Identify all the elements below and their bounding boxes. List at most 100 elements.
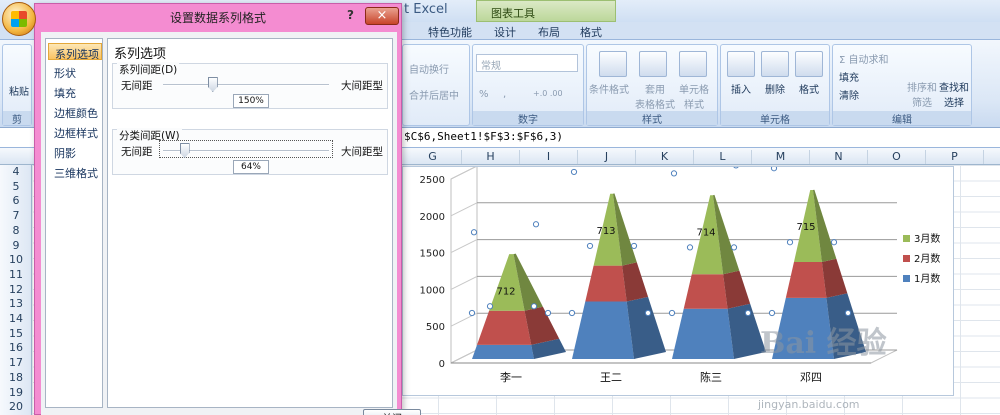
wrap-text-button[interactable]: 自动换行 (409, 61, 449, 76)
clear-button[interactable]: 清除 (839, 87, 859, 102)
pyramid-front-face (572, 301, 634, 359)
nav-border-style[interactable]: 边框样式 (48, 123, 102, 140)
insert-button[interactable]: 插入 (731, 81, 751, 96)
row-header[interactable]: 7 (0, 209, 32, 222)
nav-shape[interactable]: 形状 (48, 63, 102, 80)
row-header[interactable]: 15 (0, 327, 32, 340)
sort-filter-button[interactable]: 排序和 筛选 (907, 79, 937, 109)
nav-fill[interactable]: 填充 (48, 83, 102, 100)
tab-special[interactable]: 特色功能 (428, 24, 472, 40)
tab-layout[interactable]: 布局 (538, 24, 560, 40)
selection-handle (670, 170, 678, 177)
paste-button[interactable]: 粘贴 (9, 83, 29, 98)
column-header[interactable]: N (810, 150, 868, 164)
chart-svg: 0 500 1000 1500 2000 2500 712 李一 713 王二 714 陈三 715 邓四… (420, 167, 940, 384)
legend-label: 2月数 (914, 252, 940, 265)
x-tick-label: 陈三 (700, 370, 722, 384)
number-format-select[interactable]: 常规 (476, 54, 578, 72)
row-header[interactable]: 13 (0, 297, 32, 310)
row-header[interactable]: 20 (0, 400, 32, 413)
row-header[interactable]: 19 (0, 386, 32, 399)
cell-style-button[interactable]: 单元格 样式 (679, 81, 709, 111)
legend-label: 3月数 (914, 232, 940, 245)
nav-series-options[interactable]: 系列选项 (48, 43, 102, 61)
series-gap-track[interactable] (163, 84, 329, 86)
row-header[interactable]: 5 (0, 180, 32, 193)
row-header[interactable]: 8 (0, 224, 32, 237)
legend-swatch (903, 255, 910, 262)
selection-handle (644, 309, 652, 317)
row-header[interactable]: 16 (0, 341, 32, 354)
series-gap-slider[interactable] (207, 77, 218, 92)
pyramid-front-face (785, 261, 827, 298)
selection-handle (630, 242, 638, 250)
category-gap-input[interactable]: 64% (233, 160, 269, 174)
column-header[interactable]: H (462, 150, 520, 164)
series-gap-input[interactable]: 150% (233, 94, 269, 108)
data-label: 712 (496, 286, 515, 297)
row-header[interactable]: 18 (0, 371, 32, 384)
column-header[interactable]: G (404, 150, 462, 164)
increase-decimal-button[interactable]: +.0 .00 (533, 89, 563, 98)
row-header[interactable]: 11 (0, 268, 32, 281)
table-format-icon (639, 51, 667, 77)
row-header[interactable]: 4 (0, 165, 32, 178)
alignment-group: 自动换行 合并后居中 (402, 44, 470, 126)
category-gap-high-label: 大间距型 (341, 146, 383, 158)
fill-button[interactable]: 填充 (839, 69, 859, 84)
row-header[interactable]: 9 (0, 239, 32, 252)
format-button[interactable]: 格式 (799, 81, 819, 96)
x-tick-label: 王二 (600, 371, 622, 384)
table-format-button[interactable]: 套用 表格格式 (635, 81, 675, 111)
category-gap-low-label: 无间距 (121, 146, 153, 158)
column-header[interactable]: L (694, 150, 752, 164)
y-tick-label: 2000 (420, 212, 445, 223)
column-header[interactable]: M (752, 150, 810, 164)
conditional-format-button[interactable]: 条件格式 (589, 81, 629, 96)
help-icon[interactable]: ? (347, 8, 354, 22)
autosum-button[interactable]: Σ 自动求和 (839, 51, 889, 66)
y-tick-label: 1500 (420, 249, 445, 260)
legend-label: 1月数 (914, 272, 940, 285)
tab-format[interactable]: 格式 (580, 24, 602, 40)
panel-title: 系列选项 (114, 47, 167, 62)
column-header[interactable]: J (578, 150, 636, 164)
row-header[interactable]: 12 (0, 283, 32, 296)
window-title: t Excel (404, 2, 448, 17)
selection-handle (568, 309, 576, 317)
selection-handle (844, 309, 852, 317)
percent-button[interactable]: % (479, 89, 489, 100)
column-header[interactable]: I (520, 150, 578, 164)
close-icon[interactable]: × (365, 7, 399, 25)
selection-handle (768, 309, 776, 317)
row-header[interactable]: 14 (0, 312, 32, 325)
delete-button[interactable]: 删除 (765, 81, 785, 96)
nav-border-color[interactable]: 边框颜色 (48, 103, 102, 120)
data-label: 715 (796, 222, 815, 233)
row-header[interactable]: 6 (0, 194, 32, 207)
office-button[interactable] (2, 2, 36, 36)
row-header[interactable]: 17 (0, 356, 32, 369)
row-header[interactable]: 10 (0, 253, 32, 266)
pyramid-front-face (672, 308, 734, 359)
selection-handle (733, 167, 739, 169)
series-gap-low-label: 无间距 (121, 80, 153, 92)
nav-3d-format[interactable]: 三维格式 (48, 163, 102, 180)
x-tick-label: 邓四 (800, 371, 822, 384)
comma-button[interactable]: , (503, 89, 506, 100)
format-cells-icon (795, 51, 823, 77)
column-header[interactable]: K (636, 150, 694, 164)
column-header[interactable]: O (868, 150, 926, 164)
pyramid-side-face (821, 258, 848, 298)
office-logo-icon (11, 11, 27, 27)
selection-handle (570, 168, 578, 176)
merge-center-button[interactable]: 合并后居中 (409, 87, 459, 102)
find-select-button[interactable]: 查找和 选择 (939, 79, 969, 109)
column-header[interactable]: Q (984, 150, 1000, 164)
tab-design[interactable]: 设计 (494, 24, 516, 40)
column-header[interactable]: P (926, 150, 984, 164)
dialog-close-button[interactable]: 关闭 (363, 409, 421, 415)
nav-shadow[interactable]: 阴影 (48, 143, 102, 160)
selection-handle (786, 239, 794, 246)
series-options-panel: 系列选项 系列间距(D) 无间距 大间距型 150% 分类间距(W) 无间距 大… (107, 38, 393, 408)
